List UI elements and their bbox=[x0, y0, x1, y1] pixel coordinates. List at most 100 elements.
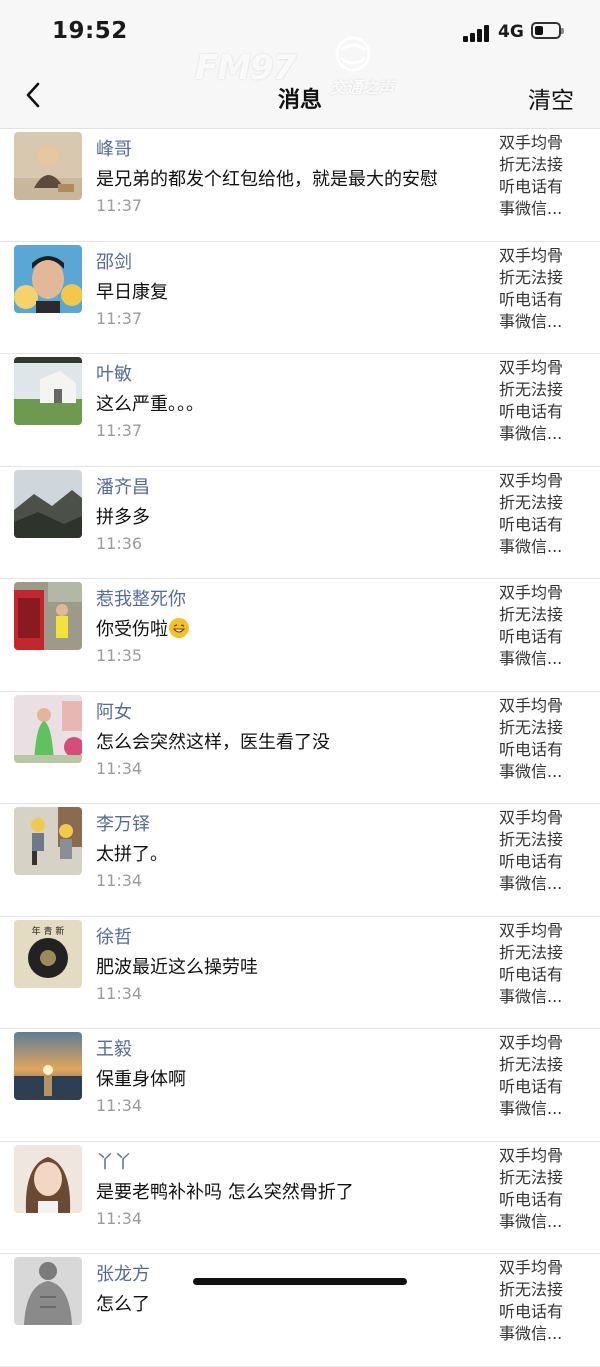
preview-line: 听电话有 bbox=[499, 1189, 564, 1209]
preview-line: 折无法接 bbox=[499, 1280, 564, 1299]
preview-line: 折无法接 bbox=[499, 605, 564, 624]
sender-name[interactable]: 徐哲 bbox=[96, 923, 132, 949]
preview-line: 听电话有 bbox=[499, 1077, 564, 1096]
avatar[interactable] bbox=[14, 1257, 82, 1325]
avatar[interactable] bbox=[14, 807, 82, 875]
original-post-preview[interactable]: 双手均骨 折无法接 听电话有 事微信... bbox=[499, 1257, 589, 1345]
message-time: 11:34 bbox=[96, 983, 143, 1003]
message-row[interactable]: 峰哥 是兄弟的都发个红包给他，就是最大的安慰 11:37 双手均骨 折无法接 听电话有 事微… bbox=[0, 129, 600, 242]
avatar[interactable] bbox=[14, 132, 82, 200]
message-text: 怎么了 bbox=[96, 1290, 150, 1316]
sender-name[interactable]: 张龙方 bbox=[96, 1260, 150, 1286]
message-text-content: 你受伤啦 bbox=[96, 619, 168, 640]
preview-line: 双手均骨 bbox=[499, 920, 564, 940]
preview-line: 事微信... bbox=[499, 536, 563, 556]
message-row[interactable]: 阿女怎么会突然这样，医生看了没 11:34 双手均骨 折无法接 听电话有 事微信... bbox=[0, 692, 600, 804]
message-text: 怎么会突然这样，医生看了没 bbox=[96, 728, 330, 754]
original-post-preview[interactable]: 双手均骨 折无法接 听电话有 事微信... bbox=[499, 1032, 589, 1120]
message-text: 早日康复 bbox=[96, 278, 168, 304]
message-time: 11:35 bbox=[96, 646, 143, 665]
preview-line: 听电话有 bbox=[499, 852, 564, 871]
avatar[interactable] bbox=[14, 582, 82, 650]
sender-name[interactable]: 王毅 bbox=[96, 1035, 132, 1061]
message-text-content: 肥波最近这么操劳哇 bbox=[96, 956, 258, 978]
original-post-preview[interactable]: 双手均骨折无法接听电话有事微信... bbox=[499, 807, 589, 895]
sender-name[interactable]: 邵剑 bbox=[96, 248, 132, 274]
avatar[interactable] bbox=[14, 694, 82, 763]
preview-line: 双手均骨 bbox=[499, 1033, 564, 1052]
original-post-preview[interactable]: 双手均骨 折无法接 听电话有 事微信... bbox=[499, 245, 589, 333]
message-time: 11:34 bbox=[96, 758, 143, 778]
original-post-preview[interactable]: 双手均骨 折无法接 听电话有 事微信... bbox=[499, 357, 589, 445]
preview-line: 听电话有 bbox=[499, 289, 564, 309]
original-post-preview[interactable]: 双手均骨 折无法接 听电话有 事微信... bbox=[499, 695, 589, 783]
preview-line: 双手均骨 bbox=[499, 1145, 564, 1165]
preview-line: 折无法接 bbox=[499, 155, 564, 174]
preview-line: 听电话有 bbox=[499, 514, 564, 534]
original-post-preview[interactable]: 双手均骨 折无法接 听电话有 事微信... bbox=[499, 920, 589, 1008]
preview-line: 事微信... bbox=[499, 311, 563, 331]
original-post-preview[interactable]: 双手均骨 折无法接 听电话有 事微信... bbox=[499, 582, 589, 670]
message-text: 这么严重。。。 bbox=[96, 390, 204, 416]
avatar[interactable] bbox=[14, 357, 82, 425]
preview-line: 双手均骨 bbox=[499, 245, 564, 265]
preview-line: 事微信... bbox=[499, 761, 563, 781]
message-text: 是兄弟的都发个红包给他，就是最大的安慰 bbox=[96, 165, 438, 191]
message-row[interactable]: 邵剑 早日康复 11:37 双手均骨 折无法接 听电话有 事微信... bbox=[0, 242, 600, 354]
message-list: 峰哥 是兄弟的都发个红包给他，就是最大的安慰 11:37 双手均骨 折无法接 听电话有 事微… bbox=[0, 129, 600, 1367]
preview-line: 听电话有 bbox=[499, 177, 564, 196]
sender-name[interactable]: 李万铎 bbox=[96, 810, 150, 836]
avatar[interactable] bbox=[14, 1032, 82, 1100]
original-post-preview[interactable]: 双手均骨 折无法接 听电话有 事微信... bbox=[499, 132, 589, 220]
preview-line: 折无法接 bbox=[499, 830, 564, 849]
preview-line: 事微信... bbox=[499, 1324, 563, 1343]
message-text: 太拼了。 bbox=[96, 840, 168, 866]
sender-name[interactable]: 潘齐昌 bbox=[96, 473, 150, 499]
message-row[interactable]: 张龙方怎么了 双手均骨 折无法接 听电话有 事微信... bbox=[0, 1254, 600, 1367]
message-text: 保重身体啊 bbox=[96, 1065, 186, 1091]
original-post-preview[interactable]: 双手均骨 折无法接 听电话有 事微信... bbox=[499, 1145, 589, 1233]
message-text-content: 怎么会突然这样，医生看了没 bbox=[96, 731, 330, 753]
grin-emoji-icon bbox=[169, 618, 189, 638]
preview-line: 听电话有 bbox=[499, 739, 564, 759]
preview-line: 双手均骨 bbox=[499, 808, 564, 827]
sender-name[interactable]: 峰哥 bbox=[96, 135, 132, 161]
message-text-content: 是兄弟的都发个红包给他，就是最大的安慰 bbox=[96, 169, 438, 190]
message-time: 11:34 bbox=[96, 1208, 143, 1228]
original-post-preview[interactable]: 双手均骨 折无法接 听电话有 事微信... bbox=[499, 470, 589, 558]
preview-line: 事微信... bbox=[499, 199, 563, 218]
battery-icon bbox=[531, 22, 564, 39]
message-text: 肥波最近这么操劳哇 bbox=[96, 953, 258, 979]
message-text: 拼多多 bbox=[96, 503, 150, 529]
avatar[interactable] bbox=[14, 469, 82, 538]
status-time: 19:52 bbox=[52, 18, 128, 44]
clear-button[interactable]: 清空 bbox=[528, 81, 574, 115]
preview-line: 折无法接 bbox=[499, 380, 564, 399]
message-row[interactable]: 王毅 保重身体啊 11:34 双手均骨 折无法接 听电话有 事微信... bbox=[0, 1029, 600, 1142]
preview-line: 事微信... bbox=[499, 874, 563, 893]
message-text-content: 是要老鸭补补吗 怎么突然骨折了 bbox=[96, 1181, 354, 1203]
avatar[interactable] bbox=[14, 1144, 82, 1213]
message-row[interactable]: 潘齐昌 拼多多 11:36 双手均骨 折无法接 听电话有 事微信... bbox=[0, 467, 600, 579]
avatar[interactable]: 年 青 新 bbox=[14, 919, 82, 988]
network-type: 4G bbox=[498, 22, 524, 42]
message-row[interactable]: 叶敏 这么严重。。。 11:37 双手均骨 折无法接 听电话有 事微信... bbox=[0, 354, 600, 467]
avatar[interactable] bbox=[14, 244, 82, 313]
message-row[interactable]: 丫丫是要老鸭补补吗 怎么突然骨折了 11:34 双手均骨 折无法接 听电话有 事微信... bbox=[0, 1142, 600, 1254]
message-row[interactable]: 惹我整死你 你受伤啦 11:35 双手均骨 折无法接 听电话有 事微信... bbox=[0, 579, 600, 692]
svg-text:年 青 新: 年 青 新 bbox=[32, 925, 65, 937]
sender-name[interactable]: 惹我整死你 bbox=[96, 585, 186, 611]
preview-line: 双手均骨 bbox=[499, 358, 564, 377]
message-text-content: 早日康复 bbox=[96, 281, 168, 303]
sender-name[interactable]: 丫丫 bbox=[96, 1148, 132, 1174]
preview-line: 双手均骨 bbox=[499, 470, 564, 490]
preview-line: 听电话有 bbox=[499, 627, 564, 646]
sender-name[interactable]: 叶敏 bbox=[96, 360, 132, 386]
message-text-content: 保重身体啊 bbox=[96, 1069, 186, 1090]
sender-name[interactable]: 阿女 bbox=[96, 698, 132, 724]
preview-line: 听电话有 bbox=[499, 964, 564, 984]
message-text: 你受伤啦 bbox=[96, 615, 189, 641]
home-indicator[interactable] bbox=[193, 1278, 407, 1285]
message-row[interactable]: 李万铎 太拼了。 11:34 双手均骨 折无法接 听电话有 事微信... bbox=[0, 804, 600, 917]
message-row[interactable]: 年 青 新 徐哲肥波最近这么操劳哇 11:34 双手均骨 折无法接 听电话有 事微信... bbox=[0, 917, 600, 1029]
